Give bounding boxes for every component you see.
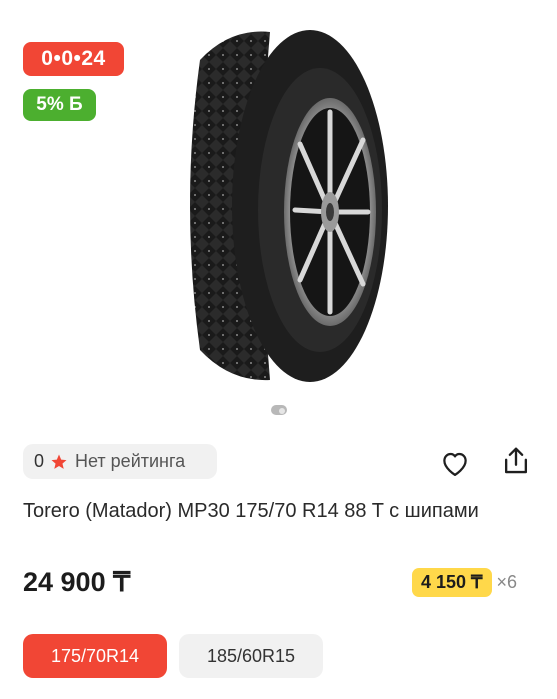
bonus-badge: 5% Б <box>23 89 96 121</box>
rating-label: Нет рейтинга <box>75 451 186 471</box>
gallery-dot-indicator <box>279 408 285 414</box>
tire-photo <box>190 30 388 382</box>
installment-offer[interactable]: 4 150 ₸ ×6 <box>412 568 517 597</box>
timer-badge: 0•0•24 <box>23 42 124 76</box>
product-image[interactable] <box>160 20 400 390</box>
share-button[interactable] <box>499 446 533 480</box>
installment-amount: 4 150 ₸ <box>412 568 492 597</box>
size-option[interactable]: 185/60R15 <box>179 634 323 678</box>
installment-multiplier: ×6 <box>496 572 518 592</box>
star-icon <box>50 453 68 471</box>
product-title: Torero (Matador) MP30 175/70 R14 88 T с … <box>23 500 479 522</box>
rating-chip[interactable]: 0 Нет рейтинга <box>23 444 217 479</box>
rating-count: 0 <box>34 451 45 471</box>
gallery-dot[interactable] <box>271 405 287 415</box>
size-option-selected[interactable]: 175/70R14 <box>23 634 167 678</box>
share-icon <box>501 445 531 482</box>
product-price: 24 900 ₸ <box>23 567 131 597</box>
gallery-pagination[interactable] <box>268 404 290 416</box>
favorite-button[interactable] <box>438 448 472 482</box>
heart-icon <box>440 449 470 482</box>
